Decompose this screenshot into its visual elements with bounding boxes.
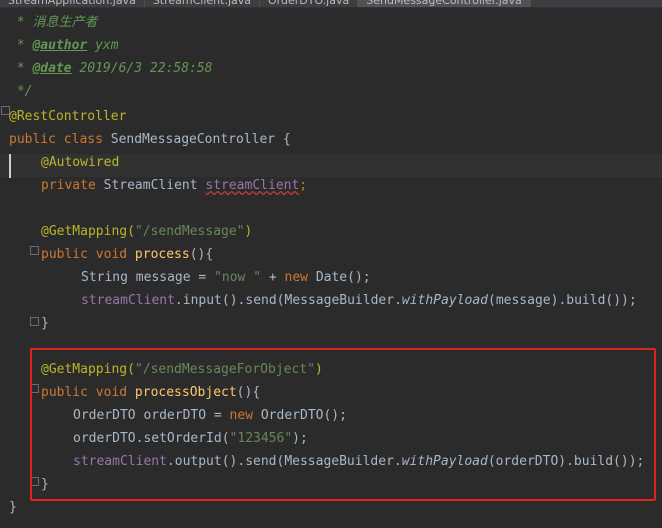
code-line-method-process: public void process(){ <box>41 247 214 262</box>
editor-tab-bar: StreamApplication.java StreamClient.java… <box>0 0 662 8</box>
code-editor[interactable]: * 消息生产者 * @author yxm * @date 2019/6/3 2… <box>0 8 662 528</box>
fold-marker-icon[interactable] <box>30 246 39 255</box>
code-line-comment: * 消息生产者 <box>9 15 98 30</box>
code-line-string-message: String message = "now " + new Date(); <box>81 270 371 285</box>
tab-send-message-controller[interactable]: SendMessageController.java <box>358 0 531 7</box>
code-line-close-brace: } <box>41 316 49 331</box>
code-line-rest-controller: @RestController <box>9 109 127 124</box>
red-highlight-box <box>30 348 656 501</box>
tab-stream-application[interactable]: StreamApplication.java <box>0 0 145 7</box>
code-line-getmapping-1: @GetMapping("/sendMessage") <box>41 224 253 239</box>
code-line-date: * @date 2019/6/3 22:58:58 <box>9 61 213 76</box>
tab-order-dto[interactable]: OrderDTO.java <box>260 0 359 7</box>
code-line-class-decl: public class SendMessageController { <box>9 132 291 147</box>
code-line-class-close: } <box>9 500 17 515</box>
code-line-autowired: @Autowired <box>41 155 120 170</box>
fold-marker-icon[interactable] <box>30 317 39 326</box>
code-line-field-decl: private StreamClient streamClient; <box>41 178 308 193</box>
code-line-send-input: streamClient.input().send(MessageBuilder… <box>81 293 637 308</box>
text-cursor <box>9 154 11 178</box>
code-line-author: * @author yxm <box>9 38 119 53</box>
tab-stream-client[interactable]: StreamClient.java <box>145 0 261 7</box>
code-line-comment-end: */ <box>9 84 33 99</box>
